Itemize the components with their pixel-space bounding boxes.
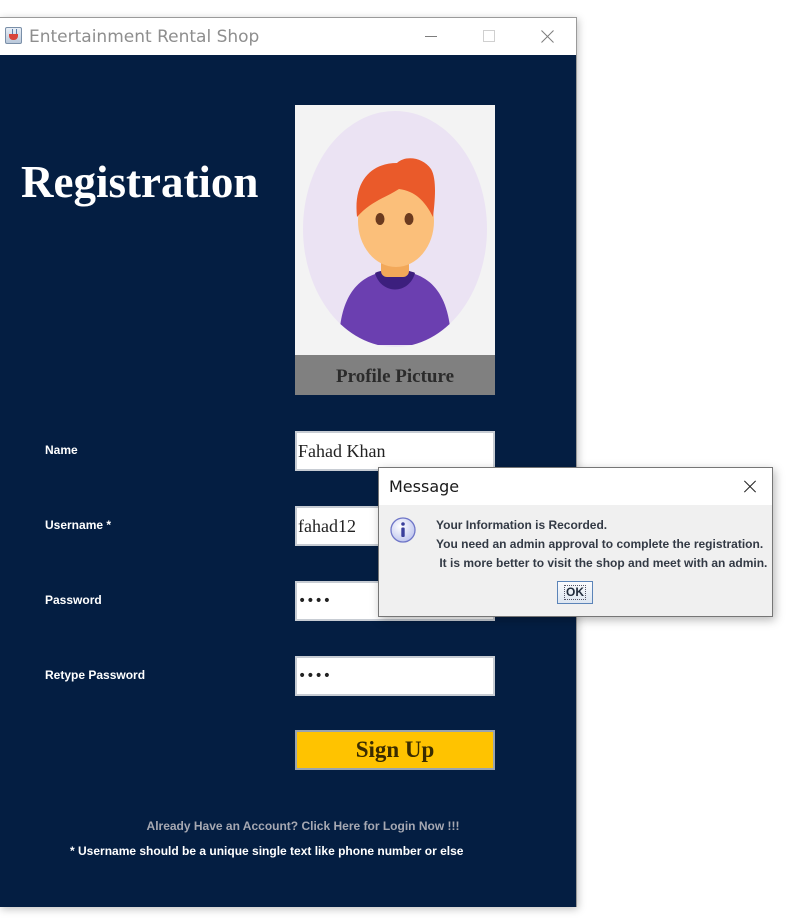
dialog-message-line: Your Information is Recorded. — [436, 518, 608, 532]
name-field[interactable] — [295, 431, 495, 471]
page-title: Registration — [21, 157, 259, 207]
ok-label: OK — [564, 585, 586, 600]
name-label: Name — [45, 443, 78, 457]
window-title: Entertainment Rental Shop — [29, 27, 260, 47]
minimize-icon[interactable] — [408, 18, 454, 55]
main-window: Entertainment Rental Shop Registration P… — [0, 17, 577, 907]
dialog-titlebar[interactable]: Message — [379, 468, 772, 505]
profile-picture-caption: Profile Picture — [295, 355, 495, 395]
user-avatar-icon — [303, 111, 487, 347]
password-label: Password — [45, 593, 102, 607]
java-cup-icon — [5, 27, 22, 44]
dialog-message-line: You need an admin approval to complete t… — [436, 537, 764, 551]
ok-button[interactable]: OK — [557, 581, 593, 604]
retype-password-label: Retype Password — [45, 668, 146, 682]
close-icon[interactable] — [524, 18, 570, 55]
username-note: * Username should be a unique single tex… — [70, 844, 464, 858]
dialog-title: Message — [389, 477, 460, 496]
dialog-close-icon[interactable] — [728, 468, 772, 505]
username-label: Username * — [45, 518, 112, 532]
window-titlebar[interactable]: Entertainment Rental Shop — [0, 18, 576, 55]
login-link[interactable]: Already Have an Account? Click Here for … — [0, 819, 606, 833]
retype-password-field[interactable] — [295, 656, 495, 696]
profile-picture[interactable] — [295, 105, 495, 355]
dialog-message-line: It is more better to visit the shop and … — [436, 556, 768, 570]
info-icon — [390, 517, 416, 543]
sign-up-button[interactable]: Sign Up — [295, 730, 495, 770]
maximize-icon — [466, 18, 512, 55]
message-dialog: Message Your Information is Recorded. Yo… — [378, 467, 773, 617]
